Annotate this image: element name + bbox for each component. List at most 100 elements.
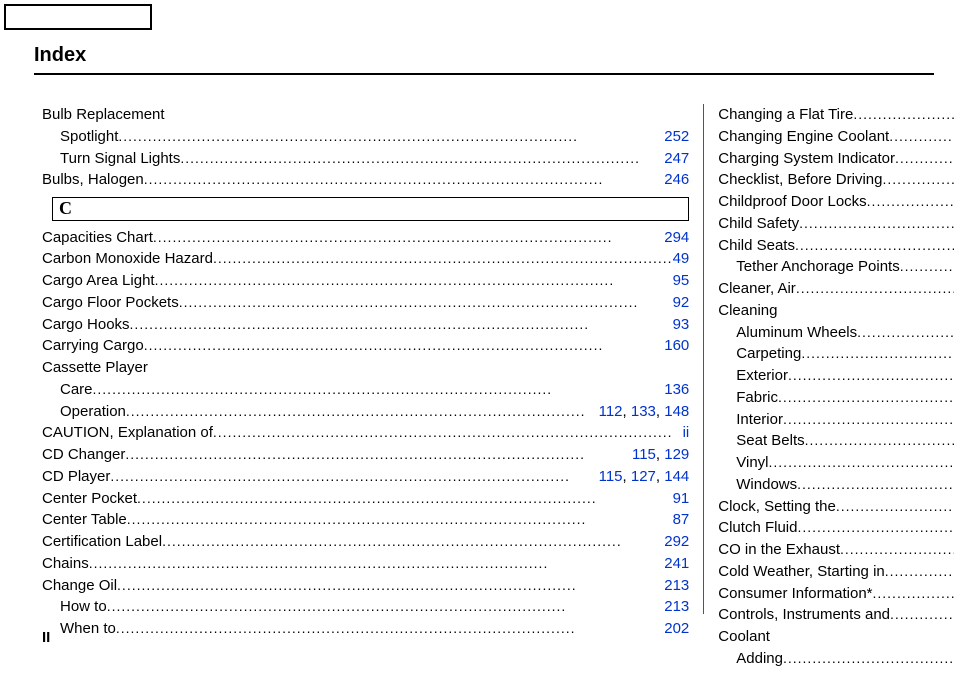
page-link[interactable]: 95 [673, 272, 690, 289]
index-entry: Cassette Player [42, 357, 689, 379]
entry-label: Spotlight [60, 126, 118, 148]
entry-label: Cargo Hooks [42, 314, 130, 336]
entry-pages: 115, 129 [632, 444, 689, 466]
page-link[interactable]: 133 [631, 403, 656, 420]
leader-dots [783, 409, 954, 429]
entry-pages: 241 [664, 553, 689, 575]
page-link[interactable]: 127 [631, 468, 656, 485]
leader-dots [89, 553, 665, 573]
entry-label: Aluminum Wheels [736, 322, 857, 344]
entry-label: Changing Engine Coolant [718, 126, 889, 148]
entry-label: Change Oil [42, 575, 117, 597]
entry-pages: 93 [673, 314, 690, 336]
page-link[interactable]: 115 [632, 446, 656, 463]
index-entry: Child Seats21 [718, 235, 954, 257]
entry-label: CD Changer [42, 444, 125, 466]
index-entry: Carrying Cargo160 [42, 335, 689, 357]
page-link[interactable]: 49 [673, 250, 690, 267]
entry-label: Adding [736, 648, 783, 670]
index-entry: Changing a Flat Tire 266 [718, 104, 954, 126]
index-entry: Care136 [42, 379, 689, 401]
index-entry: Bulbs, Halogen246 [42, 169, 689, 191]
page-link[interactable]: 87 [673, 511, 690, 528]
entry-label: Carbon Monoxide Hazard [42, 248, 213, 270]
index-entry: When to202 [42, 618, 689, 640]
entry-label: CAUTION, Explanation of [42, 422, 213, 444]
leader-dots [117, 575, 664, 595]
leader-dots [796, 278, 954, 298]
page-link[interactable]: 112 [599, 403, 623, 420]
index-entry: Cargo Floor Pockets92 [42, 292, 689, 314]
index-entry: CO in the Exhaust300 [718, 539, 954, 561]
leader-dots [116, 618, 664, 638]
index-entry: CD Player115, 127, 144 [42, 466, 689, 488]
page-link[interactable]: 247 [664, 150, 689, 167]
leader-dots [867, 191, 954, 211]
entry-pages: 292 [664, 531, 689, 553]
leader-dots [801, 343, 954, 363]
title-bar: Index [34, 44, 934, 75]
column-2: Changing a Flat Tire 266Changing Engine … [703, 104, 954, 614]
page-link[interactable]: 136 [664, 381, 689, 398]
index-entry: Cleaning [718, 300, 954, 322]
page-link[interactable]: 148 [664, 403, 689, 420]
leader-dots [179, 292, 673, 312]
page-link[interactable]: 129 [664, 446, 689, 463]
page-link[interactable]: 213 [664, 577, 689, 594]
page-link[interactable]: 241 [664, 555, 689, 572]
entry-label: Center Pocket [42, 488, 137, 510]
leader-dots [155, 270, 673, 290]
index-entry: Cleaner, Air226 [718, 278, 954, 300]
entry-pages: 213 [664, 596, 689, 618]
page-link[interactable]: 92 [673, 294, 690, 311]
index-entry: Bulb Replacement [42, 104, 689, 126]
entry-pages: 294 [664, 227, 689, 249]
index-entry: Center Pocket 91 [42, 488, 689, 510]
leader-dots [126, 401, 599, 421]
page-link[interactable]: 91 [673, 490, 690, 507]
page-link[interactable]: 144 [664, 468, 689, 485]
page-link[interactable]: 213 [664, 598, 689, 615]
leader-dots [153, 227, 664, 247]
page-link[interactable]: 202 [664, 620, 689, 637]
page-link[interactable]: 246 [664, 171, 689, 188]
page-link[interactable]: 294 [664, 229, 689, 246]
entry-pages: 95 [673, 270, 690, 292]
index-entry: Tether Anchorage Points40 [718, 256, 954, 278]
leader-dots [107, 596, 665, 616]
index-entry: Certification Label292 [42, 531, 689, 553]
index-entry: Exterior256 [718, 365, 954, 387]
entry-pages: 202 [664, 618, 689, 640]
index-entry: Charging System Indicator 54, 282 [718, 148, 954, 170]
entry-label: Capacities Chart [42, 227, 153, 249]
index-entry: Operation112, 133, 148 [42, 401, 689, 423]
entry-pages: 136 [664, 379, 689, 401]
entry-label: Windows [736, 474, 797, 496]
entry-pages: 247 [664, 148, 689, 170]
header-box [4, 4, 152, 30]
leader-dots [900, 256, 954, 276]
index-entry: Controls, Instruments and51 [718, 604, 954, 626]
index-entry: Clock, Setting the 87 [718, 496, 954, 518]
entry-label: Cassette Player [42, 357, 148, 379]
page-link[interactable]: 252 [664, 128, 689, 145]
leader-dots [130, 314, 673, 334]
index-entry: Capacities Chart 294 [42, 227, 689, 249]
leader-dots [778, 387, 954, 407]
entry-label: Center Table [42, 509, 127, 531]
index-entry: Consumer Information*306 [718, 583, 954, 605]
page-link[interactable]: 292 [664, 533, 689, 550]
index-entry: Windows260 [718, 474, 954, 496]
leader-dots [180, 148, 664, 168]
leader-dots [162, 531, 664, 551]
page-link[interactable]: 93 [673, 316, 690, 333]
entry-label: Charging System Indicator [718, 148, 895, 170]
entry-label: Child Seats [718, 235, 795, 257]
page-link[interactable]: ii [683, 424, 690, 441]
index-entry: Coolant [718, 626, 954, 648]
leader-dots [127, 509, 673, 529]
leader-dots [840, 539, 954, 559]
page-link[interactable]: 115 [599, 468, 623, 485]
page-link[interactable]: 160 [664, 337, 689, 354]
column-1: Bulb ReplacementSpotlight252Turn Signal … [42, 104, 703, 614]
